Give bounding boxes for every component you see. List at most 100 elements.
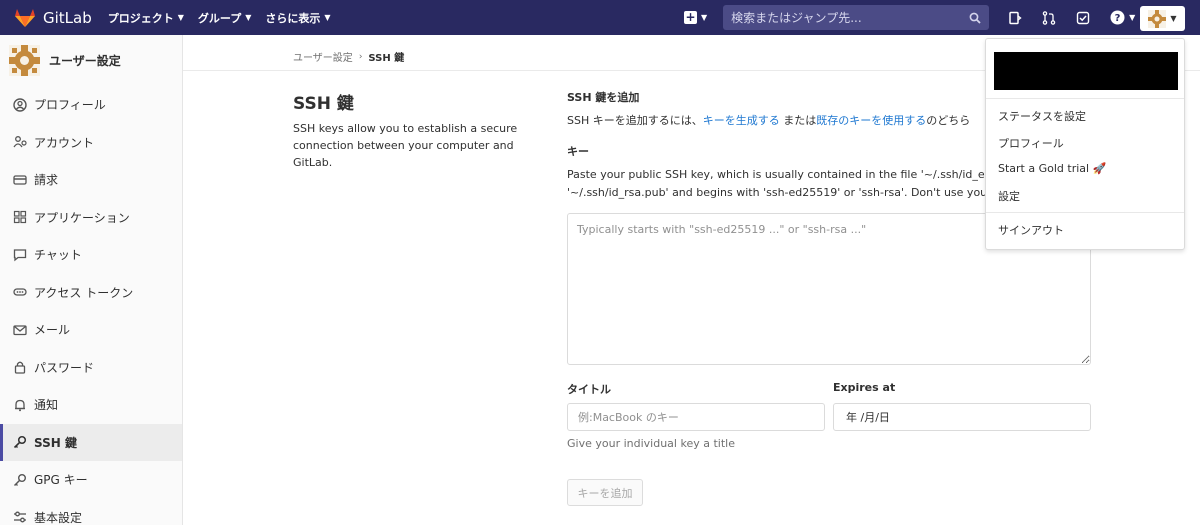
- key-help-line-1: Paste your public SSH key, which is usua…: [567, 168, 1027, 181]
- chat-icon: [13, 248, 27, 262]
- sidebar-item-label: アプリケーション: [34, 210, 130, 225]
- svg-text:?: ?: [1114, 13, 1120, 24]
- key-label: キー: [567, 145, 589, 158]
- user-avatar-button[interactable]: ▼: [1140, 6, 1185, 31]
- top-navbar: GitLab プロジェクト▼ グループ▼ さらに表示▼ + ▼ ? ▼: [0, 0, 1200, 35]
- nav-right: + ▼ ? ▼: [684, 0, 1135, 35]
- sidebar-item-profile[interactable]: プロフィール: [0, 86, 182, 124]
- profile-item[interactable]: プロフィール: [998, 135, 1064, 151]
- sidebar-title: ユーザー設定: [49, 54, 121, 68]
- sidebar-item-account[interactable]: アカウント: [0, 124, 182, 162]
- sidebar-item-label: メール: [34, 323, 71, 338]
- intro-suffix: のどちら: [926, 114, 971, 127]
- chevron-down-icon: ▼: [245, 13, 252, 22]
- dropdown-divider: [986, 98, 1184, 99]
- chevron-down-icon: ▼: [324, 13, 331, 22]
- brand-name: GitLab: [43, 8, 92, 27]
- sidebar-item-label: 請求: [34, 173, 59, 188]
- dropdown-divider: [986, 212, 1184, 213]
- sidebar-item-chat[interactable]: チャット: [0, 236, 182, 274]
- chevron-down-icon: ▼: [1170, 14, 1177, 23]
- sign-out-item[interactable]: サインアウト: [998, 222, 1064, 238]
- nav-groups-label: グループ: [197, 11, 242, 25]
- billing-icon: [13, 173, 27, 187]
- chevron-down-icon: ▼: [701, 13, 708, 22]
- title-hint: Give your individual key a title: [567, 437, 735, 450]
- lock-icon: [13, 360, 27, 374]
- sidebar-item-label: SSH 鍵: [34, 435, 77, 450]
- intro-prefix: SSH キーを追加するには、: [567, 114, 703, 127]
- settings-sidebar: ユーザー設定 プロフィール アカウント 請求 アプリケーション チャット アクセ…: [0, 35, 183, 525]
- key-icon: [13, 435, 27, 449]
- plus-icon: +: [684, 10, 697, 24]
- title-label: タイトル: [567, 383, 611, 396]
- add-key-button[interactable]: キーを追加: [567, 479, 643, 506]
- sidebar-item-label: アカウント: [34, 135, 95, 150]
- existing-key-link[interactable]: 既存のキーを使用する: [816, 114, 926, 127]
- key-icon: [13, 473, 27, 487]
- sidebar-item-emails[interactable]: メール: [0, 311, 182, 349]
- issues-check-icon[interactable]: [1075, 10, 1091, 26]
- sidebar-item-access-tokens[interactable]: アクセス トークン: [0, 274, 182, 312]
- sidebar-item-billing[interactable]: 請求: [0, 161, 182, 199]
- sidebar-item-label: チャット: [34, 248, 82, 263]
- search-icon: [969, 12, 981, 24]
- nav-groups-menu[interactable]: グループ ▼: [198, 10, 252, 26]
- gitlab-logo-icon: [15, 8, 35, 27]
- new-item-button[interactable]: + ▼: [684, 11, 707, 24]
- expires-date-value: 年 /月/日: [846, 411, 890, 424]
- nav-more-menu[interactable]: さらに表示 ▼: [265, 10, 330, 26]
- gold-trial-item[interactable]: Start a Gold trial 🚀: [998, 162, 1106, 175]
- sidebar-item-label: 通知: [34, 398, 59, 413]
- nav-menu: プロジェクト ▼ グループ ▼ さらに表示 ▼: [108, 10, 345, 26]
- todo-icon[interactable]: [1007, 10, 1023, 26]
- help-icon: ?: [1109, 10, 1125, 26]
- nav-projects-label: プロジェクト: [107, 11, 174, 25]
- redacted-user-info: [994, 52, 1178, 90]
- breadcrumb-current[interactable]: SSH 鍵: [368, 49, 404, 64]
- search-input[interactable]: [731, 10, 952, 25]
- chevron-right-icon: ›: [358, 51, 363, 62]
- sidebar-item-label: プロフィール: [34, 98, 106, 113]
- breadcrumb-user-settings[interactable]: ユーザー設定: [293, 49, 353, 64]
- sidebar-item-label: アクセス トークン: [34, 285, 134, 300]
- page-title: SSH 鍵: [293, 94, 354, 114]
- sidebar-item-gpg-keys[interactable]: GPG キー: [0, 461, 182, 499]
- chevron-down-icon: ▼: [1129, 13, 1136, 22]
- sidebar-item-ssh-keys[interactable]: SSH 鍵: [0, 423, 182, 461]
- sidebar-item-label: パスワード: [34, 360, 95, 375]
- expires-date-input[interactable]: 年 /月/日: [833, 403, 1091, 431]
- sidebar-item-label: 基本設定: [34, 510, 83, 525]
- bell-icon: [13, 398, 27, 412]
- set-status-item[interactable]: ステータスを設定: [998, 108, 1086, 124]
- page-description: SSH keys allow you to establish a secure…: [293, 122, 518, 169]
- chevron-down-icon: ▼: [177, 13, 184, 22]
- profile-icon: [13, 98, 27, 112]
- generate-key-link[interactable]: キーを生成する: [703, 114, 780, 127]
- add-ssh-key-heading: SSH 鍵を追加: [567, 91, 640, 104]
- intro-or: または: [779, 114, 817, 127]
- sidebar-item-password[interactable]: パスワード: [0, 349, 182, 387]
- help-menu[interactable]: ? ▼: [1109, 10, 1135, 26]
- merge-request-icon[interactable]: [1041, 10, 1057, 26]
- sidebar-header[interactable]: ユーザー設定: [0, 35, 182, 86]
- gitlab-home-link[interactable]: GitLab: [14, 8, 108, 28]
- search-box: [723, 5, 990, 30]
- sidebar-item-label: GPG キー: [34, 473, 88, 488]
- title-input[interactable]: [567, 403, 825, 431]
- settings-item[interactable]: 設定: [998, 188, 1020, 204]
- breadcrumb: ユーザー設定 › SSH 鍵: [293, 49, 404, 65]
- account-icon: [13, 135, 27, 149]
- sidebar-item-notifications[interactable]: 通知: [0, 386, 182, 424]
- nav-projects-menu[interactable]: プロジェクト ▼: [108, 10, 184, 26]
- sidebar-item-applications[interactable]: アプリケーション: [0, 199, 182, 237]
- preferences-icon: [13, 510, 27, 524]
- mail-icon: [13, 323, 27, 337]
- user-dropdown-menu: ステータスを設定 プロフィール Start a Gold trial 🚀 設定 …: [985, 38, 1185, 250]
- key-help-line-2: '~/.ssh/id_rsa.pub' and begins with 'ssh…: [567, 186, 1028, 199]
- avatar: [9, 45, 40, 76]
- token-icon: [13, 285, 27, 299]
- avatar-icon: [1148, 9, 1167, 28]
- nav-more-label: さらに表示: [265, 11, 321, 25]
- sidebar-item-preferences[interactable]: 基本設定: [0, 499, 182, 525]
